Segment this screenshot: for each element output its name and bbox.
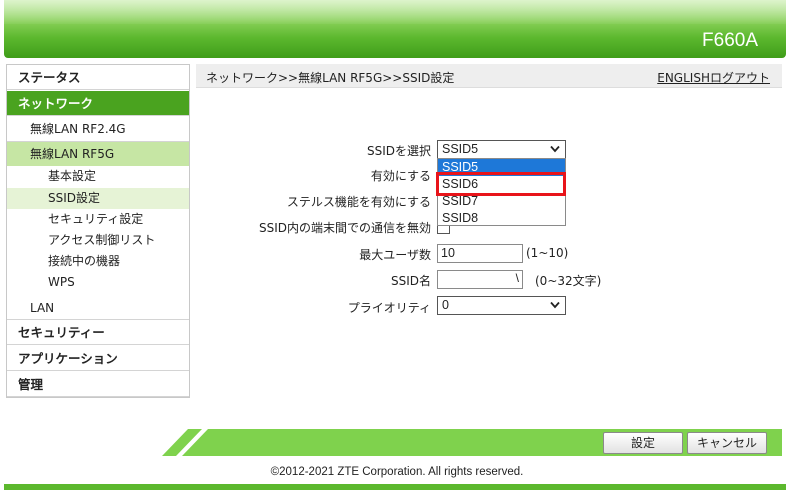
nav-network[interactable]: ネットワーク bbox=[7, 91, 189, 116]
nav-security[interactable]: セキュリティー bbox=[7, 320, 189, 345]
sidebar-item-lan[interactable]: LAN bbox=[7, 296, 189, 320]
cancel-button[interactable]: キャンセル bbox=[687, 432, 767, 454]
sidebar-item-wlan-24g[interactable]: 無線LAN RF2.4G bbox=[7, 117, 189, 141]
dropdown-option-ssid8[interactable]: SSID8 bbox=[438, 210, 565, 227]
sidebar-item-security-setting[interactable]: セキュリティ設定 bbox=[7, 209, 189, 230]
breadcrumb-bar: ネットワーク>>無線LAN RF5G>>SSID設定 ENGLISHログアウト bbox=[196, 64, 782, 88]
max-users-hint: (1~10) bbox=[526, 246, 569, 260]
ssid-select[interactable]: SSID5 bbox=[437, 140, 566, 159]
ssid-name-label: SSID名 bbox=[390, 274, 431, 288]
decorative-stripe bbox=[176, 429, 208, 456]
text-cursor-icon: \ bbox=[515, 271, 519, 285]
nav-application[interactable]: アプリケーション bbox=[7, 346, 189, 371]
sidebar-item-ssid[interactable]: SSID設定 bbox=[7, 188, 189, 209]
breadcrumb: ネットワーク>>無線LAN RF5G>>SSID設定 bbox=[206, 71, 455, 85]
model-name: F660A bbox=[702, 30, 758, 51]
sidebar-item-devices[interactable]: 接続中の機器 bbox=[7, 251, 189, 272]
header-banner: F660A bbox=[4, 0, 786, 58]
priority-select[interactable]: 0 bbox=[437, 296, 566, 315]
priority-select-value: 0 bbox=[442, 298, 449, 312]
sidebar: ステータス ネットワーク 無線LAN RF2.4G 無線LAN RF5G 基本設… bbox=[6, 64, 190, 398]
nav-status[interactable]: ステータス bbox=[7, 65, 189, 90]
enable-label: 有効にする bbox=[370, 169, 431, 183]
chevron-down-icon bbox=[550, 301, 560, 309]
chevron-down-icon bbox=[550, 145, 560, 153]
max-users-label: 最大ユーザ数 bbox=[359, 248, 431, 262]
english-link[interactable]: ENGLISH bbox=[657, 71, 710, 85]
nav-admin[interactable]: 管理 bbox=[7, 372, 189, 397]
sidebar-item-wps[interactable]: WPS bbox=[7, 272, 189, 293]
priority-label: プライオリティ bbox=[347, 301, 431, 315]
sidebar-item-basic[interactable]: 基本設定 bbox=[7, 166, 189, 187]
stealth-label: ステルス機能を有効にする bbox=[286, 195, 431, 209]
max-users-input[interactable]: 10 bbox=[437, 244, 523, 263]
dropdown-option-ssid6[interactable]: SSID6 bbox=[438, 176, 565, 193]
apply-button[interactable]: 設定 bbox=[603, 432, 683, 454]
logout-link[interactable]: ログアウト bbox=[710, 71, 770, 85]
ssid-select-label: SSIDを選択 bbox=[366, 144, 431, 158]
dropdown-option-ssid5[interactable]: SSID5 bbox=[438, 159, 565, 176]
header-gloss bbox=[4, 0, 786, 24]
sidebar-item-acl[interactable]: アクセス制御リスト bbox=[7, 230, 189, 251]
copyright: ©2012-2021 ZTE Corporation. All rights r… bbox=[270, 466, 524, 478]
header-links: ENGLISHログアウト bbox=[657, 69, 770, 86]
isolation-label: SSID内の端末間での通信を無効 bbox=[258, 221, 431, 235]
ssid-dropdown-list: SSID5 SSID6 SSID7 SSID8 bbox=[437, 158, 566, 226]
ssid-name-input[interactable]: \ bbox=[437, 270, 523, 289]
dropdown-option-ssid7[interactable]: SSID7 bbox=[438, 193, 565, 210]
footer-line bbox=[4, 484, 786, 490]
sidebar-item-wlan-5g[interactable]: 無線LAN RF5G bbox=[7, 142, 189, 166]
ssid-select-value: SSID5 bbox=[442, 142, 479, 156]
ssid-name-hint: (0~32文字) bbox=[535, 274, 602, 288]
